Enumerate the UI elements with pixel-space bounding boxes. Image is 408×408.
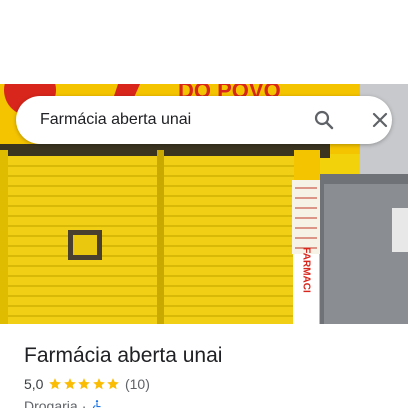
search-input[interactable]: Farmácia aberta unai xyxy=(40,96,191,144)
category-label: Drogaria xyxy=(24,398,78,408)
wheelchair-icon xyxy=(93,400,101,408)
search-bar[interactable]: Farmácia aberta unai xyxy=(16,96,392,144)
separator: · xyxy=(81,398,87,408)
review-count[interactable]: (10) xyxy=(125,376,150,392)
category-row: Drogaria · xyxy=(24,397,104,408)
rating-value: 5,0 xyxy=(24,376,44,392)
vertical-sign-text: FARMACI xyxy=(301,247,312,293)
star-rating xyxy=(48,377,121,391)
search-icon[interactable] xyxy=(312,108,336,132)
star-icon xyxy=(49,378,62,390)
star-icon xyxy=(93,378,105,390)
rating-row[interactable]: 5,0 (10) xyxy=(24,375,150,393)
star-icon xyxy=(107,378,120,390)
top-blank-area xyxy=(0,0,408,84)
place-name[interactable]: Farmácia aberta unai xyxy=(24,343,222,369)
star-icon xyxy=(78,378,91,390)
star-icon xyxy=(64,378,76,390)
close-icon[interactable] xyxy=(368,108,392,132)
